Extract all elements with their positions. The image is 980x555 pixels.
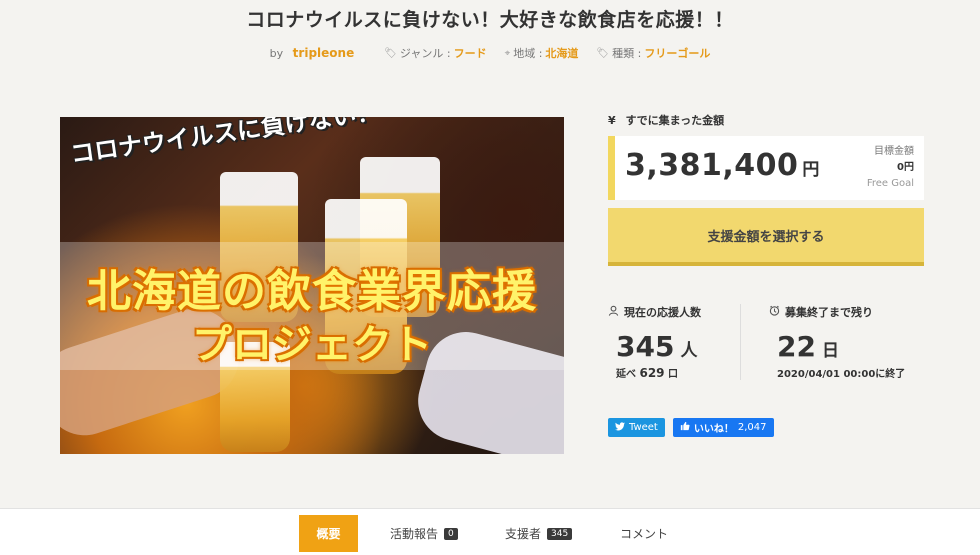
type-meta: 🏷 種類 : フリーゴール xyxy=(596,45,710,61)
goal-label: 目標金額 xyxy=(874,146,914,157)
tab-supporters[interactable]: 支援者 345 xyxy=(505,515,573,552)
project-stats: 現在の応援人数 345 人 延べ 629 口 募集終了まで残り 22 日 202… xyxy=(608,304,924,380)
hero-headline: 北海道の飲食業界応援 xyxy=(87,266,537,317)
genre-meta: 🏷 ジャンル : フード xyxy=(384,45,486,61)
thumbs-up-icon xyxy=(680,421,690,434)
raised-amount: 3,381,400 円 xyxy=(625,148,820,183)
type-link[interactable]: フリーゴール xyxy=(644,45,710,61)
goal-info: 目標金額 0円 Free Goal xyxy=(867,144,914,192)
remaining-stat: 募集終了まで残り 22 日 2020/04/01 00:00に終了 xyxy=(740,304,919,380)
funding-sidebar: ¥ すでに集まった金額 3,381,400 円 目標金額 0円 Free Goal… xyxy=(608,112,924,380)
supporters-count-value: 345 xyxy=(616,330,675,363)
yen-icon: ¥ xyxy=(608,114,616,127)
genre-label: ジャンル : xyxy=(399,47,451,60)
total-count-value: 629 xyxy=(639,366,665,380)
like-button[interactable]: いいね！ 2,047 xyxy=(672,418,774,437)
region-meta: ⌖ 地域 : 北海道 xyxy=(505,45,579,61)
project-hero-image: コロナウイルスに負けない！ 北海道の飲食業界応援 プロジェクト xyxy=(60,117,564,454)
select-amount-button[interactable]: 支援金額を選択する xyxy=(608,208,924,266)
person-icon xyxy=(608,305,619,319)
tag-icon: 🏷 xyxy=(596,47,610,59)
total-count-unit: 口 xyxy=(668,369,679,380)
remaining-days-value: 22 xyxy=(777,330,816,363)
total-support-count: 延べ 629 口 xyxy=(608,365,740,380)
map-pin-icon: ⌖ xyxy=(504,47,511,59)
tab-activity-reports-label: 活動報告 xyxy=(390,527,439,541)
supporters-label: 現在の応援人数 xyxy=(608,304,740,320)
author-link[interactable]: tripleone xyxy=(293,46,355,60)
goal-amount: 0円 xyxy=(897,162,914,173)
total-label: 延べ xyxy=(616,369,636,380)
genre-link[interactable]: フード xyxy=(454,45,487,61)
type-label: 種類 : xyxy=(612,47,642,60)
project-meta: by tripleone 🏷 ジャンル : フード ⌖ 地域 : 北海道 🏷 種… xyxy=(0,45,980,61)
remaining-label-text: 募集終了まで残り xyxy=(785,306,873,319)
page-title: コロナウイルスに負けない！大好きな飲食店を応援！！ xyxy=(246,9,734,31)
clock-icon xyxy=(769,305,780,319)
tweet-label: Tweet xyxy=(629,422,658,433)
like-count: 2,047 xyxy=(737,422,767,433)
activity-reports-count-badge: 0 xyxy=(444,527,458,540)
supporters-count: 345 人 xyxy=(608,330,740,363)
raised-amount-box: 3,381,400 円 目標金額 0円 Free Goal xyxy=(608,136,924,200)
remaining-days-unit: 日 xyxy=(821,341,839,361)
tab-overview-label: 概要 xyxy=(316,527,341,541)
tab-comments[interactable]: コメント xyxy=(620,515,668,552)
supporters-count-badge: 345 xyxy=(547,527,573,540)
region-label: 地域 : xyxy=(513,47,543,60)
remaining-days: 22 日 xyxy=(769,330,919,363)
raised-label-text: すでに集まった金額 xyxy=(625,114,725,127)
hero-subheadline: プロジェクト xyxy=(192,322,432,368)
region-link[interactable]: 北海道 xyxy=(545,45,578,61)
tab-comments-label: コメント xyxy=(620,527,669,541)
goal-type: Free Goal xyxy=(866,178,914,189)
hero-tagline: コロナウイルスに負けない！ xyxy=(68,117,382,169)
raised-label: ¥ すでに集まった金額 xyxy=(608,112,924,130)
twitter-bird-icon xyxy=(615,421,625,434)
project-tabs: 概要 活動報告 0 支援者 345 コメント xyxy=(0,508,980,555)
tab-supporters-label: 支援者 xyxy=(505,527,542,541)
end-date: 2020/04/01 00:00に終了 xyxy=(777,369,906,380)
tab-overview[interactable]: 概要 xyxy=(299,515,358,552)
tweet-button[interactable]: Tweet xyxy=(608,418,665,437)
project-page: コロナウイルスに負けない！大好きな飲食店を応援！！ by tripleone 🏷… xyxy=(0,0,980,555)
tab-activity-reports[interactable]: 活動報告 0 xyxy=(390,515,458,552)
tag-icon: 🏷 xyxy=(384,47,397,59)
author-line: by tripleone xyxy=(270,46,355,60)
raised-amount-unit: 円 xyxy=(802,160,820,180)
remaining-label: 募集終了まで残り xyxy=(769,304,919,320)
like-label: いいね！ xyxy=(693,424,734,435)
raised-amount-value: 3,381,400 xyxy=(625,148,799,183)
social-buttons: Tweet いいね！ 2,047 xyxy=(608,418,774,437)
supporters-label-text: 現在の応援人数 xyxy=(624,306,701,319)
by-label: by xyxy=(269,47,284,60)
supporters-count-unit: 人 xyxy=(680,341,698,361)
supporters-stat: 現在の応援人数 345 人 延べ 629 口 xyxy=(608,304,740,380)
